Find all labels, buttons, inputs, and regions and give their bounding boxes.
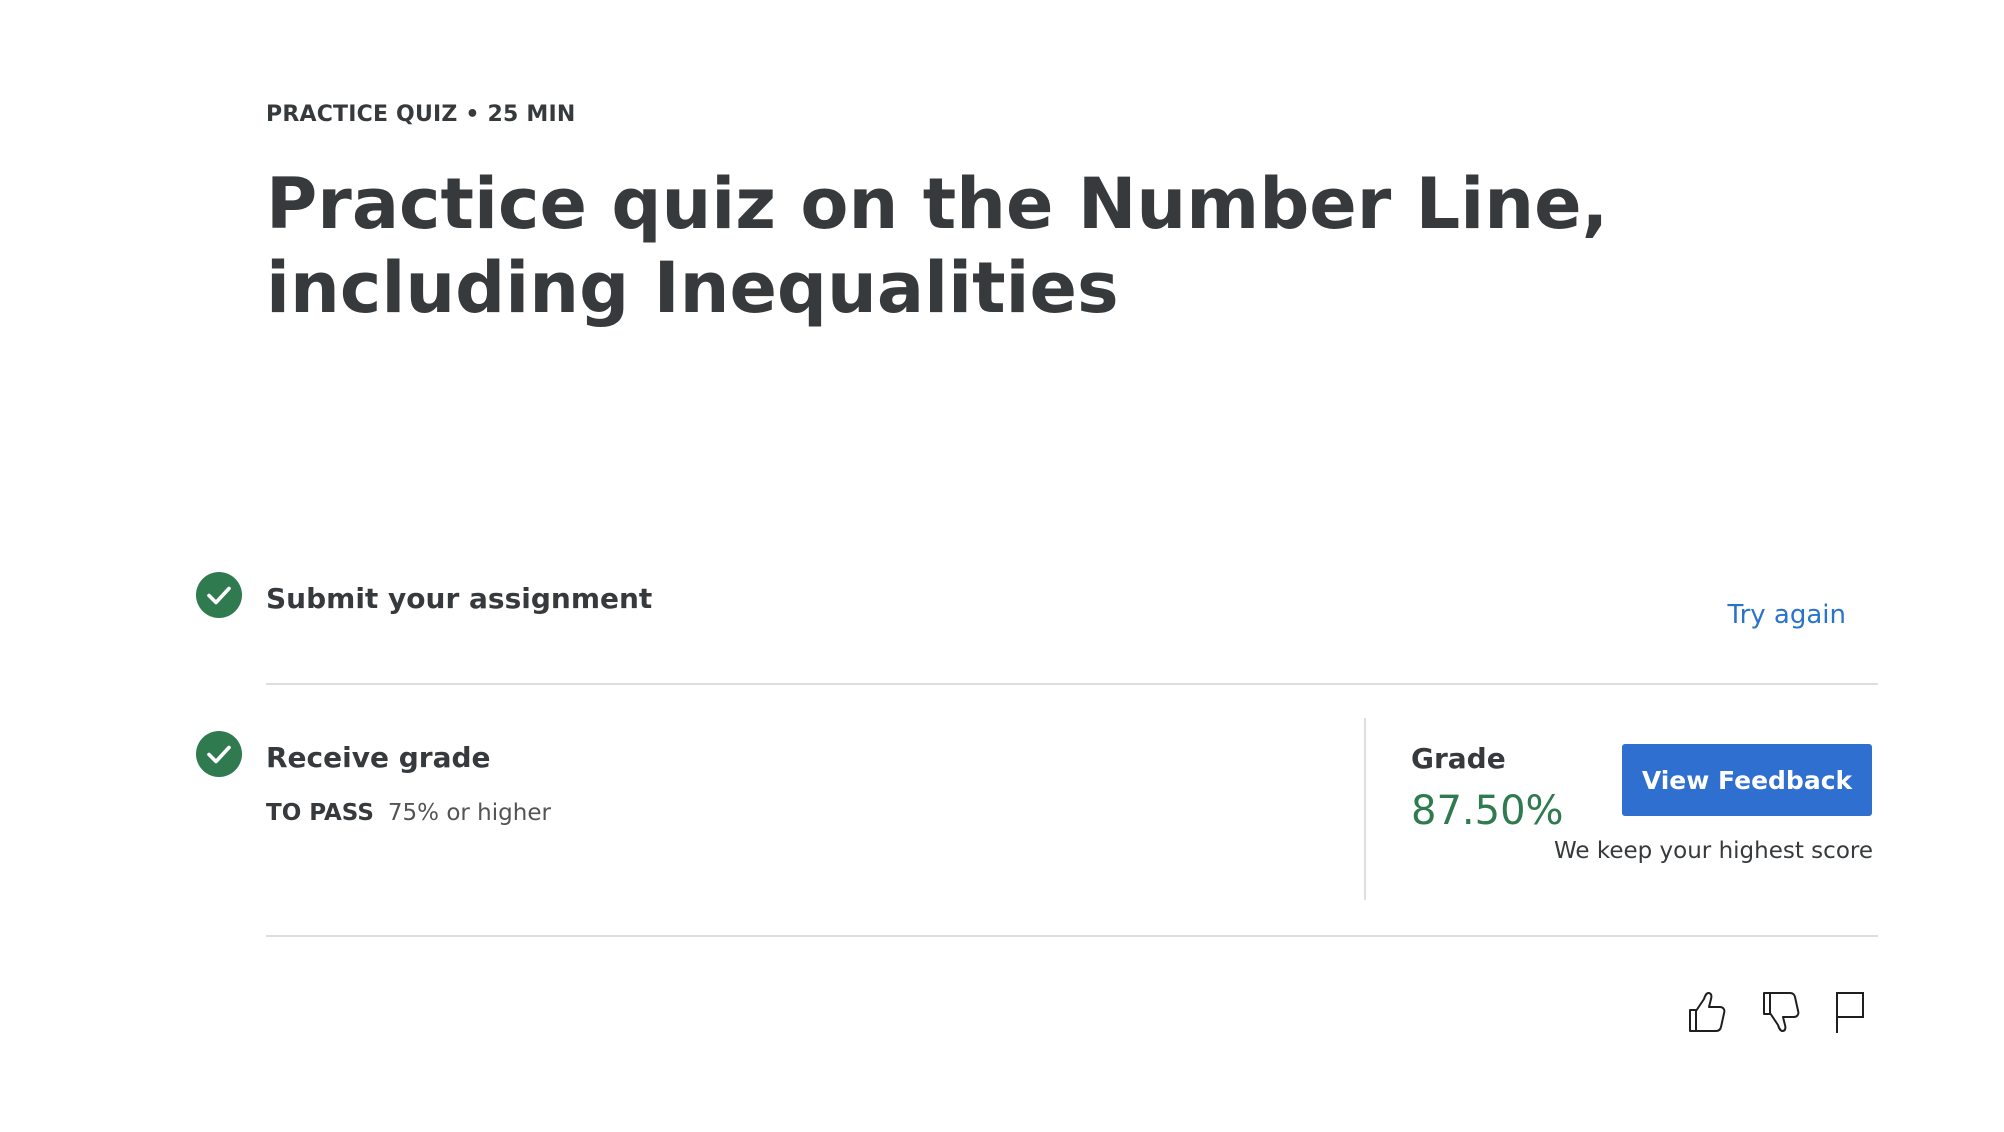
pass-label: TO PASS: [266, 800, 374, 826]
quiz-meta: PRACTICE QUIZ • 25 MIN: [266, 102, 576, 127]
thumbs-up-icon[interactable]: [1686, 990, 1728, 1038]
step-submit-title: Submit your assignment: [266, 582, 653, 615]
highest-score-note: We keep your highest score: [1553, 838, 1873, 864]
try-again-link[interactable]: Try again: [1728, 600, 1846, 630]
divider: [266, 683, 1878, 685]
grade-value: 87.50%: [1411, 788, 1564, 834]
check-circle-icon: [196, 572, 242, 618]
thumbs-down-icon[interactable]: [1760, 990, 1802, 1038]
pass-value: 75% or higher: [387, 800, 551, 826]
pass-requirement: TO PASS 75% or higher: [266, 800, 551, 826]
flag-icon[interactable]: [1832, 990, 1868, 1038]
vertical-divider: [1364, 718, 1366, 900]
check-circle-icon: [196, 731, 242, 777]
page-title: Practice quiz on the Number Line, includ…: [266, 163, 1609, 329]
divider: [266, 935, 1878, 937]
step-grade-title: Receive grade: [266, 741, 491, 774]
view-feedback-button[interactable]: View Feedback: [1622, 744, 1872, 816]
grade-label: Grade: [1411, 742, 1506, 775]
